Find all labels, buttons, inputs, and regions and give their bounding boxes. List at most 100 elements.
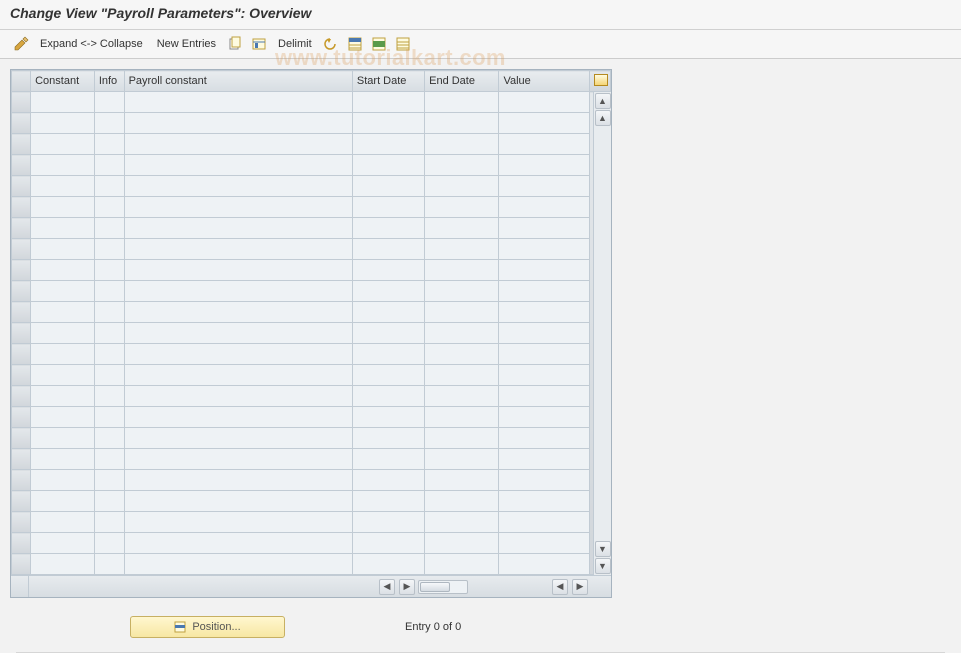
cell-constant[interactable] — [31, 323, 95, 344]
cell-end-date[interactable] — [425, 365, 499, 386]
cell-payroll-constant[interactable] — [124, 281, 352, 302]
cell-value[interactable] — [499, 554, 589, 575]
cell-value[interactable] — [499, 176, 589, 197]
cell-info[interactable] — [94, 491, 124, 512]
cell-end-date[interactable] — [425, 134, 499, 155]
cell-constant[interactable] — [31, 113, 95, 134]
cell-payroll-constant[interactable] — [124, 365, 352, 386]
cell-info[interactable] — [94, 218, 124, 239]
cell-info[interactable] — [94, 260, 124, 281]
cell-info[interactable] — [94, 239, 124, 260]
cell-value[interactable] — [499, 260, 589, 281]
cell-info[interactable] — [94, 365, 124, 386]
row-selector[interactable] — [12, 428, 31, 449]
cell-start-date[interactable] — [352, 176, 424, 197]
cell-end-date[interactable] — [425, 407, 499, 428]
cell-constant[interactable] — [31, 428, 95, 449]
cell-constant[interactable] — [31, 386, 95, 407]
deselect-all-button[interactable] — [392, 34, 414, 54]
cell-start-date[interactable] — [352, 407, 424, 428]
cell-start-date[interactable] — [352, 197, 424, 218]
cell-info[interactable] — [94, 197, 124, 218]
cell-info[interactable] — [94, 302, 124, 323]
row-selector[interactable] — [12, 197, 31, 218]
row-selector[interactable] — [12, 155, 31, 176]
row-selector-header[interactable] — [12, 71, 31, 92]
cell-end-date[interactable] — [425, 428, 499, 449]
cell-start-date[interactable] — [352, 113, 424, 134]
row-selector[interactable] — [12, 134, 31, 155]
cell-value[interactable] — [499, 197, 589, 218]
cell-end-date[interactable] — [425, 92, 499, 113]
cell-end-date[interactable] — [425, 260, 499, 281]
cell-end-date[interactable] — [425, 155, 499, 176]
cell-end-date[interactable] — [425, 512, 499, 533]
cell-info[interactable] — [94, 113, 124, 134]
row-selector[interactable] — [12, 113, 31, 134]
cell-start-date[interactable] — [352, 470, 424, 491]
cell-start-date[interactable] — [352, 386, 424, 407]
row-selector[interactable] — [12, 92, 31, 113]
cell-constant[interactable] — [31, 470, 95, 491]
cell-end-date[interactable] — [425, 386, 499, 407]
row-selector[interactable] — [12, 365, 31, 386]
toggle-display-change-button[interactable] — [10, 34, 32, 54]
cell-info[interactable] — [94, 92, 124, 113]
row-selector[interactable] — [12, 512, 31, 533]
row-selector[interactable] — [12, 407, 31, 428]
cell-payroll-constant[interactable] — [124, 428, 352, 449]
cell-payroll-constant[interactable] — [124, 218, 352, 239]
cell-end-date[interactable] — [425, 491, 499, 512]
cell-start-date[interactable] — [352, 533, 424, 554]
cell-end-date[interactable] — [425, 239, 499, 260]
new-entries-button[interactable]: New Entries — [151, 34, 222, 54]
cell-constant[interactable] — [31, 365, 95, 386]
cell-payroll-constant[interactable] — [124, 491, 352, 512]
cell-constant[interactable] — [31, 281, 95, 302]
cell-value[interactable] — [499, 302, 589, 323]
cell-payroll-constant[interactable] — [124, 155, 352, 176]
cell-end-date[interactable] — [425, 176, 499, 197]
cell-constant[interactable] — [31, 554, 95, 575]
cell-start-date[interactable] — [352, 302, 424, 323]
cell-constant[interactable] — [31, 344, 95, 365]
cell-start-date[interactable] — [352, 281, 424, 302]
cell-end-date[interactable] — [425, 533, 499, 554]
cell-end-date[interactable] — [425, 113, 499, 134]
hscroll-prev-button[interactable]: ▶ — [399, 579, 415, 595]
row-selector[interactable] — [12, 260, 31, 281]
cell-constant[interactable] — [31, 449, 95, 470]
cell-constant[interactable] — [31, 92, 95, 113]
col-header-constant[interactable]: Constant — [31, 71, 95, 92]
cell-payroll-constant[interactable] — [124, 449, 352, 470]
scroll-down-button-2[interactable]: ▼ — [595, 541, 611, 557]
cell-value[interactable] — [499, 281, 589, 302]
cell-value[interactable] — [499, 407, 589, 428]
cell-info[interactable] — [94, 449, 124, 470]
cell-value[interactable] — [499, 386, 589, 407]
row-selector[interactable] — [12, 281, 31, 302]
hscroll-last-button[interactable]: ▶ — [572, 579, 588, 595]
cell-value[interactable] — [499, 449, 589, 470]
cell-constant[interactable] — [31, 260, 95, 281]
cell-payroll-constant[interactable] — [124, 239, 352, 260]
scroll-up-button[interactable]: ▲ — [595, 93, 611, 109]
cell-start-date[interactable] — [352, 92, 424, 113]
cell-value[interactable] — [499, 365, 589, 386]
cell-start-date[interactable] — [352, 512, 424, 533]
cell-start-date[interactable] — [352, 428, 424, 449]
row-selector[interactable] — [12, 491, 31, 512]
cell-info[interactable] — [94, 386, 124, 407]
cell-end-date[interactable] — [425, 323, 499, 344]
cell-start-date[interactable] — [352, 239, 424, 260]
cell-value[interactable] — [499, 239, 589, 260]
cell-start-date[interactable] — [352, 491, 424, 512]
cell-info[interactable] — [94, 344, 124, 365]
hscroll-first-button[interactable]: ◀ — [379, 579, 395, 595]
cell-info[interactable] — [94, 281, 124, 302]
cell-start-date[interactable] — [352, 134, 424, 155]
row-selector[interactable] — [12, 344, 31, 365]
cell-info[interactable] — [94, 533, 124, 554]
cell-constant[interactable] — [31, 491, 95, 512]
row-selector[interactable] — [12, 302, 31, 323]
